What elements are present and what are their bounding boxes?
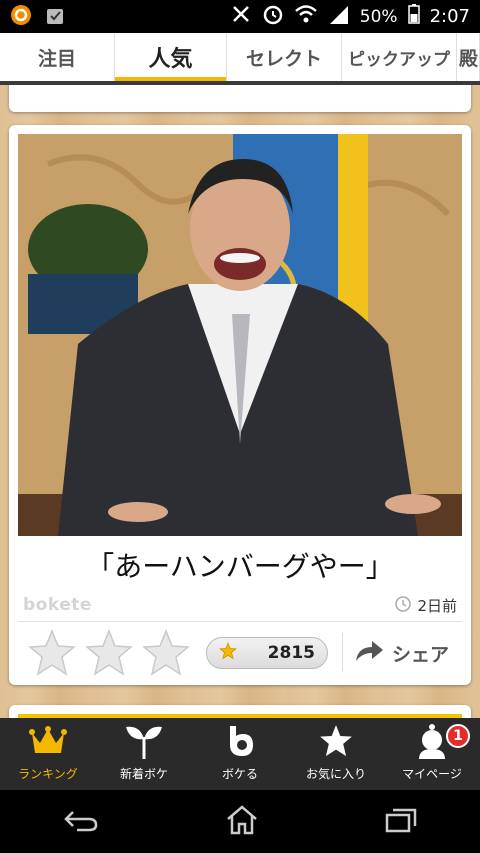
nav-new-boke-label: 新着ボケ bbox=[119, 767, 168, 781]
system-navigation-bar bbox=[0, 790, 480, 853]
star-icon bbox=[318, 721, 354, 761]
tab-chumoku[interactable]: 注目 bbox=[0, 33, 115, 81]
bokete-b-icon bbox=[225, 721, 255, 761]
status-bar: 50% 2:07 bbox=[0, 0, 480, 33]
bottom-navigation: ランキング 新着ボケ ボケる お気に入り マイページ 1 bbox=[0, 718, 480, 790]
nav-ranking-label: ランキング bbox=[18, 767, 78, 781]
share-button[interactable]: シェア bbox=[354, 637, 449, 669]
tab-pickup[interactable]: ピックアップ bbox=[342, 33, 457, 81]
card-divider bbox=[18, 621, 462, 622]
nav-new-boke[interactable]: 新着ボケ bbox=[96, 718, 192, 790]
share-separator bbox=[342, 633, 343, 671]
rate-star-1-button[interactable] bbox=[27, 628, 77, 678]
tab-ninki[interactable]: 人気 bbox=[115, 33, 227, 81]
signal-icon bbox=[328, 4, 350, 29]
post-caption: 「あーハンバーグやー」 bbox=[86, 550, 394, 583]
mypage-avatar-icon bbox=[416, 721, 448, 761]
nav-ranking[interactable]: ランキング bbox=[0, 718, 96, 790]
nav-favorites-label: お気に入り bbox=[305, 767, 366, 781]
wifi-icon bbox=[294, 4, 318, 29]
clock-icon bbox=[395, 595, 412, 616]
tab-select[interactable]: セレクト bbox=[227, 33, 342, 81]
category-tabs: 注目 人気 セレクト ピックアップ 殿 bbox=[0, 33, 480, 85]
gold-star-icon bbox=[219, 642, 237, 664]
clock: 2:07 bbox=[429, 6, 470, 27]
notification-badge: 1 bbox=[446, 724, 470, 748]
alarm-icon bbox=[262, 3, 284, 30]
share-arrow-icon bbox=[354, 639, 384, 668]
battery-percent: 50% bbox=[359, 6, 398, 27]
time-ago-label: 2日前 bbox=[417, 597, 457, 615]
nav-bokeru[interactable]: ボケる bbox=[192, 718, 288, 790]
home-button[interactable] bbox=[225, 804, 259, 839]
download-notification-icon bbox=[44, 4, 66, 30]
rate-star-3-button[interactable] bbox=[141, 628, 191, 678]
battery-icon bbox=[407, 4, 420, 29]
bokete-logo: bokete bbox=[23, 595, 92, 615]
recent-apps-button[interactable] bbox=[385, 807, 417, 837]
post-card: 「あーハンバーグやー」 bokete 2日前 2815 シェア bbox=[9, 125, 471, 685]
post-photo[interactable] bbox=[18, 134, 462, 536]
back-button[interactable] bbox=[63, 808, 99, 836]
nav-bokeru-label: ボケる bbox=[221, 767, 258, 781]
feed[interactable]: 「あーハンバーグやー」 bokete 2日前 2815 シェア bbox=[0, 85, 480, 718]
nav-mypage[interactable]: マイページ 1 bbox=[384, 718, 480, 790]
previous-post-card bbox=[9, 85, 471, 112]
crown-icon bbox=[29, 721, 67, 761]
sprout-icon bbox=[124, 721, 164, 761]
rate-star-2-button[interactable] bbox=[84, 628, 134, 678]
next-post-card bbox=[9, 705, 471, 718]
mute-icon bbox=[230, 3, 252, 30]
app-notification-icon bbox=[10, 4, 32, 30]
star-count-pill: 2815 bbox=[206, 637, 328, 669]
rating-row: 2815 シェア bbox=[9, 625, 471, 681]
tab-dono[interactable]: 殿 bbox=[457, 33, 480, 81]
nav-mypage-label: マイページ bbox=[402, 767, 462, 781]
nav-favorites[interactable]: お気に入り bbox=[288, 718, 384, 790]
share-label: シェア bbox=[392, 643, 450, 666]
post-time: 2日前 bbox=[395, 595, 457, 616]
star-count: 2815 bbox=[267, 643, 315, 663]
